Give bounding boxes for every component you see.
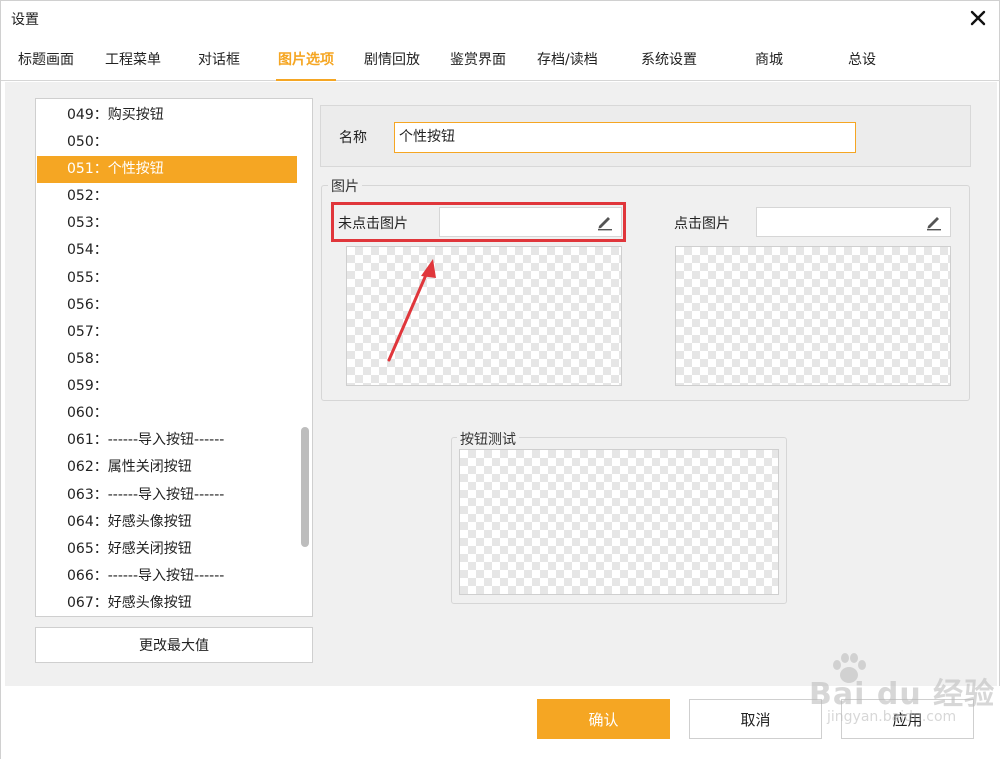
name-label: 名称 [339, 130, 367, 146]
list-item[interactable]: 050： [37, 129, 297, 156]
settings-window: 设置 标题画面 工程菜单 对话框 图片选项 剧情回放 鉴赏界面 存档/读档 系统… [0, 0, 1000, 759]
button-test-preview[interactable] [459, 449, 779, 595]
list-item[interactable]: 064：好感头像按钮 [37, 509, 297, 536]
list-item[interactable]: 054： [37, 237, 297, 264]
button-list[interactable]: 049：购买按钮 050： 051：个性按钮 052： 053： 054： 05… [35, 98, 313, 617]
title-bar: 设置 [1, 1, 1000, 37]
tab-dialog[interactable]: 对话框 [198, 51, 240, 81]
cancel-button[interactable]: 取消 [689, 699, 822, 739]
tab-shop[interactable]: 商城 [755, 51, 783, 81]
tab-image-options[interactable]: 图片选项 [276, 51, 336, 81]
window-title: 设置 [11, 12, 39, 28]
tab-project-menu[interactable]: 工程菜单 [105, 51, 161, 81]
clicked-image-input[interactable] [756, 207, 951, 237]
pencil-icon[interactable] [925, 213, 943, 231]
list-item[interactable]: 053： [37, 210, 297, 237]
list-item[interactable]: 057： [37, 319, 297, 346]
list-item[interactable]: 063：------导入按钮------ [37, 482, 297, 509]
tab-bar: 标题画面 工程菜单 对话框 图片选项 剧情回放 鉴赏界面 存档/读档 系统设置 … [1, 45, 1000, 81]
tab-title-screen[interactable]: 标题画面 [18, 51, 74, 81]
scrollbar-thumb[interactable] [301, 427, 309, 547]
tab-story-replay[interactable]: 剧情回放 [364, 51, 420, 81]
clicked-image-preview [675, 246, 951, 386]
list-item[interactable]: 059： [37, 373, 297, 400]
list-item[interactable]: 055： [37, 265, 297, 292]
list-item[interactable]: 056： [37, 292, 297, 319]
list-item[interactable]: 062：属性关闭按钮 [37, 454, 297, 481]
tab-gallery[interactable]: 鉴赏界面 [450, 51, 506, 81]
list-item-selected[interactable]: 051：个性按钮 [37, 156, 297, 183]
list-item[interactable]: 066：------导入按钮------ [37, 563, 297, 590]
list-scrollbar[interactable] [298, 99, 312, 616]
clicked-image-label: 点击图片 [674, 216, 730, 232]
list-item[interactable]: 060： [37, 400, 297, 427]
confirm-button[interactable]: 确认 [537, 699, 670, 739]
change-max-button[interactable]: 更改最大值 [35, 627, 313, 663]
list-item[interactable]: 067：好感头像按钮 [37, 590, 297, 616]
highlight-annotation [331, 202, 626, 242]
apply-button[interactable]: 应用 [841, 699, 974, 739]
tab-save-load[interactable]: 存档/读档 [537, 51, 598, 81]
list-item[interactable]: 061：------导入按钮------ [37, 427, 297, 454]
tab-general[interactable]: 总设 [848, 51, 876, 81]
list-item[interactable]: 049：购买按钮 [37, 102, 297, 129]
close-icon [970, 10, 986, 26]
list-item[interactable]: 058： [37, 346, 297, 373]
list-item[interactable]: 052： [37, 183, 297, 210]
name-input[interactable]: 个性按钮 [394, 122, 856, 153]
close-button[interactable] [965, 5, 991, 31]
list-item[interactable]: 065：好感关闭按钮 [37, 536, 297, 563]
image-group-title: 图片 [328, 176, 362, 196]
button-test-title: 按钮测试 [457, 429, 519, 449]
arrow-annotation [387, 259, 436, 362]
tab-system-settings[interactable]: 系统设置 [641, 51, 697, 81]
